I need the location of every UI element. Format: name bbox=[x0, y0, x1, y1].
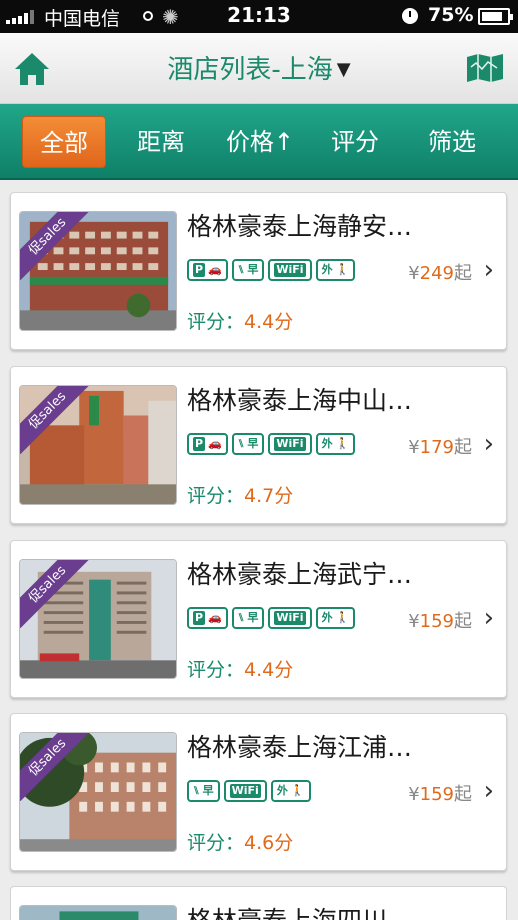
battery-icon bbox=[478, 8, 513, 25]
breakfast-icon: ⑊ 早 bbox=[231, 607, 265, 629]
parking-icon: P 🚗 bbox=[187, 433, 228, 455]
hotel-card[interactable]: 促sales 格林豪泰上海中山… P 🚗 ⑊ 早 WiFi 外 🚶 ¥179起 › 评… bbox=[10, 366, 507, 524]
hotel-photo: 促sales bbox=[19, 385, 177, 505]
external-icon: 外 🚶 bbox=[270, 780, 311, 802]
hotel-name: 格林豪泰上海江浦… bbox=[187, 733, 413, 762]
hotel-name: 格林豪泰上海四川… bbox=[187, 901, 412, 920]
tab-rating[interactable]: 评分 bbox=[314, 116, 396, 168]
hotel-card[interactable]: 促sales 格林豪泰上海静安… P 🚗 ⑊ 早 WiFi 外 🚶 ¥249起 › 评… bbox=[10, 192, 507, 350]
chevron-right-icon: › bbox=[483, 603, 494, 633]
hotel-photo: 促sales bbox=[19, 559, 177, 679]
hotel-price: ¥159起 bbox=[408, 784, 472, 805]
breakfast-icon: ⑊ 早 bbox=[231, 259, 265, 281]
hotel-rating: 评分：4.4分 bbox=[187, 311, 294, 333]
amenity-icons: P 🚗 ⑊ 早 WiFi 外 🚶 bbox=[187, 259, 356, 281]
hotel-rating: 评分：4.4分 bbox=[187, 659, 294, 681]
tab-all[interactable]: 全部 bbox=[22, 116, 106, 168]
page-title: 酒店列表-上海 bbox=[167, 55, 333, 85]
tab-distance[interactable]: 距离 bbox=[120, 116, 202, 168]
breakfast-icon: ⑊ 早 bbox=[231, 433, 265, 455]
status-bar: 中国电信 ✺ 21:13 75% bbox=[0, 0, 518, 33]
parking-icon: P 🚗 bbox=[187, 259, 228, 281]
nav-bar: 酒店列表-上海 ▼ bbox=[0, 33, 518, 104]
hotel-price: ¥249起 bbox=[408, 263, 472, 284]
hotel-rating: 评分：4.7分 bbox=[187, 485, 294, 507]
hotel-card[interactable]: 促sales 格林豪泰上海武宁… P 🚗 ⑊ 早 WiFi 外 🚶 ¥159起 › 评… bbox=[10, 540, 507, 698]
hotel-name: 格林豪泰上海中山… bbox=[187, 386, 413, 415]
external-icon: 外 🚶 bbox=[315, 607, 356, 629]
parking-icon: P 🚗 bbox=[187, 607, 228, 629]
wifi-icon: WiFi bbox=[268, 433, 312, 455]
hotel-card[interactable]: 促sales 格林豪泰上海江浦… ⑊ 早 WiFi 外 🚶 ¥159起 › 评分：4… bbox=[10, 713, 507, 871]
chevron-right-icon: › bbox=[483, 255, 494, 285]
external-icon: 外 🚶 bbox=[315, 433, 356, 455]
hotel-price: ¥179起 bbox=[408, 437, 472, 458]
promo-badge: 促sales bbox=[20, 212, 90, 282]
amenity-icons: P 🚗 ⑊ 早 WiFi 外 🚶 bbox=[187, 607, 356, 629]
tab-price[interactable]: 价格↑ bbox=[214, 116, 306, 168]
tab-filter[interactable]: 筛选 bbox=[410, 116, 494, 168]
alarm-clock-icon bbox=[402, 8, 418, 24]
hotel-photo: 促sales bbox=[19, 732, 177, 852]
caret-down-icon: ▼ bbox=[336, 59, 351, 80]
wifi-icon: WiFi bbox=[223, 780, 267, 802]
hotel-photo bbox=[19, 905, 177, 920]
map-icon[interactable] bbox=[466, 53, 504, 83]
hotel-name: 格林豪泰上海武宁… bbox=[187, 560, 413, 589]
hotel-rating: 评分：4.6分 bbox=[187, 832, 294, 854]
promo-badge: 促sales bbox=[20, 386, 90, 456]
amenity-icons: ⑊ 早 WiFi 外 🚶 bbox=[187, 780, 311, 802]
wifi-icon: WiFi bbox=[268, 259, 312, 281]
chevron-right-icon: › bbox=[483, 776, 494, 806]
filter-tab-bar: 全部 距离 价格↑ 评分 筛选 bbox=[0, 104, 518, 180]
battery-percent: 75% bbox=[428, 4, 474, 26]
external-icon: 外 🚶 bbox=[315, 259, 356, 281]
hotel-price: ¥159起 bbox=[408, 611, 472, 632]
hotel-photo: 促sales bbox=[19, 211, 177, 331]
promo-badge: 促sales bbox=[20, 733, 90, 803]
city-selector[interactable]: 酒店列表-上海 ▼ bbox=[0, 49, 518, 86]
amenity-icons: P 🚗 ⑊ 早 WiFi 外 🚶 bbox=[187, 433, 356, 455]
chevron-right-icon: › bbox=[483, 429, 494, 459]
wifi-icon: WiFi bbox=[268, 607, 312, 629]
hotel-name: 格林豪泰上海静安… bbox=[187, 212, 413, 241]
promo-badge: 促sales bbox=[20, 560, 90, 630]
breakfast-icon: ⑊ 早 bbox=[187, 780, 220, 802]
hotel-card[interactable]: 格林豪泰上海四川… bbox=[10, 886, 507, 920]
